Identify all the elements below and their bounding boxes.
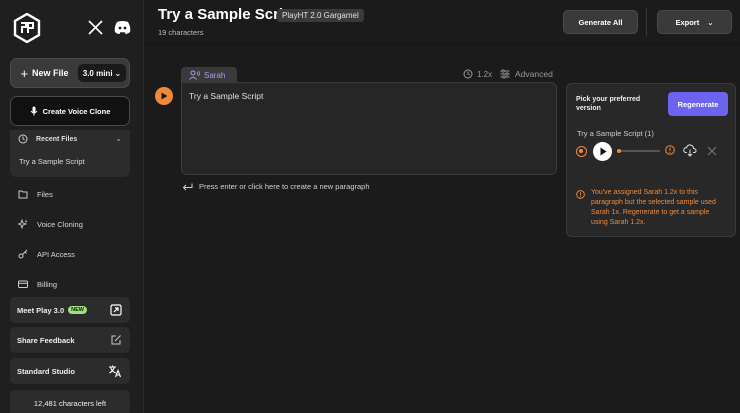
header-separator [145,43,740,44]
export-label: Export [675,17,700,27]
standard-studio-label: Standard Studio [17,366,75,376]
standard-studio-button[interactable]: Standard Studio [10,358,130,384]
recent-files-header[interactable]: Recent Files [18,134,77,144]
sample-progress-track[interactable] [617,149,660,153]
meet-play-label: Meet Play 3.0 [17,305,65,315]
plus-icon: + [20,65,29,81]
discord-icon[interactable] [114,20,131,35]
credit-card-icon [18,280,28,288]
voice-users-icon [189,70,200,80]
chevron-down-icon: ⌄ [114,68,122,78]
sample-title: Try a Sample Script (1) [577,129,654,138]
paragraph-play-button[interactable] [155,87,173,105]
cloud-download-icon[interactable] [683,143,697,157]
clock-icon [18,134,28,144]
sidebar: + New File 3.0 mini ⌄ Create Voice Clone… [0,0,144,413]
header-divider [646,8,647,36]
model-tag[interactable]: PlayHT 2.0 Gargamel [277,9,364,22]
warning-icon [665,145,675,155]
sidebar-item-label: Voice Cloning [37,219,83,229]
sidebar-item-billing[interactable]: Billing [18,279,57,289]
recent-file-item[interactable]: Try a Sample Script [19,157,85,166]
sample-play-button[interactable] [593,142,612,161]
share-feedback-button[interactable]: Share Feedback [10,327,130,353]
translate-icon [109,365,122,378]
model-label: 3.0 mini [82,68,113,78]
warning-text: You've assigned Sarah 1.2x to this parag… [591,189,716,226]
sample-radio[interactable] [576,146,587,157]
create-voice-clone-label: Create Voice Clone [42,106,111,116]
key-icon [18,249,28,259]
progress-handle[interactable] [617,149,621,153]
microphone-icon [30,106,37,116]
advanced-settings-button[interactable]: Advanced [500,69,553,79]
speed-value: 1.2x [477,69,493,79]
paragraph-editor[interactable]: Try a Sample Script [181,82,557,175]
playht-logo[interactable] [13,13,41,43]
chevron-down-icon: ⌄ [707,17,714,27]
pick-version-label: Pick your preferred version [576,96,641,112]
speed-clock-icon [463,69,473,79]
model-select[interactable]: 3.0 mini ⌄ [78,64,126,82]
sidebar-item-files[interactable]: Files [18,189,53,199]
sidebar-item-label: Billing [37,279,58,289]
new-file-button[interactable]: + New File [11,59,78,87]
meet-play-button[interactable]: Meet Play 3.0 NEW [10,297,130,323]
character-count: 19 characters [158,28,204,37]
new-paragraph-hint-label: Press enter or click here to create a ne… [199,182,370,191]
advanced-label: Advanced [515,69,553,79]
edit-icon [111,335,121,345]
files-icon [18,190,28,199]
sidebar-item-label: Files [37,189,53,199]
recent-files-section: Recent Files ⌄ Try a Sample Script [10,130,130,177]
play-icon [161,92,168,100]
x-twitter-icon[interactable] [88,20,103,35]
sparkle-icon [18,219,28,229]
paragraph-text[interactable]: Try a Sample Script [189,91,263,101]
play-icon [600,147,606,156]
version-picker-panel: Pick your preferred version Regenerate T… [566,83,736,237]
close-icon[interactable] [707,146,717,156]
new-badge: NEW [68,306,87,314]
new-file-group: + New File 3.0 mini ⌄ [10,58,130,88]
regenerate-button[interactable]: Regenerate [668,92,728,116]
chevron-down-icon[interactable]: ⌄ [115,134,122,143]
generate-all-button[interactable]: Generate All [563,10,638,34]
new-paragraph-hint[interactable]: Press enter or click here to create a ne… [182,182,370,191]
new-file-label: New File [32,68,69,78]
enter-arrow-icon [182,183,193,190]
characters-left: 12,481 characters left [10,390,130,413]
warning-icon [576,190,585,199]
create-voice-clone-button[interactable]: Create Voice Clone [10,96,130,126]
speed-control[interactable]: 1.2x [463,69,492,79]
sliders-icon [500,69,510,79]
voice-name: Sarah [204,70,226,80]
sidebar-item-voice-cloning[interactable]: Voice Cloning [18,219,83,229]
export-button[interactable]: Export ⌄ [657,10,732,34]
sidebar-item-api-access[interactable]: API Access [18,249,75,259]
share-feedback-label: Share Feedback [17,335,75,345]
recent-files-label: Recent Files [36,135,78,143]
voice-selector[interactable]: Sarah [181,67,237,83]
sidebar-item-label: API Access [37,249,75,259]
characters-left-label: 12,481 characters left [33,398,107,408]
external-link-icon [110,304,122,316]
